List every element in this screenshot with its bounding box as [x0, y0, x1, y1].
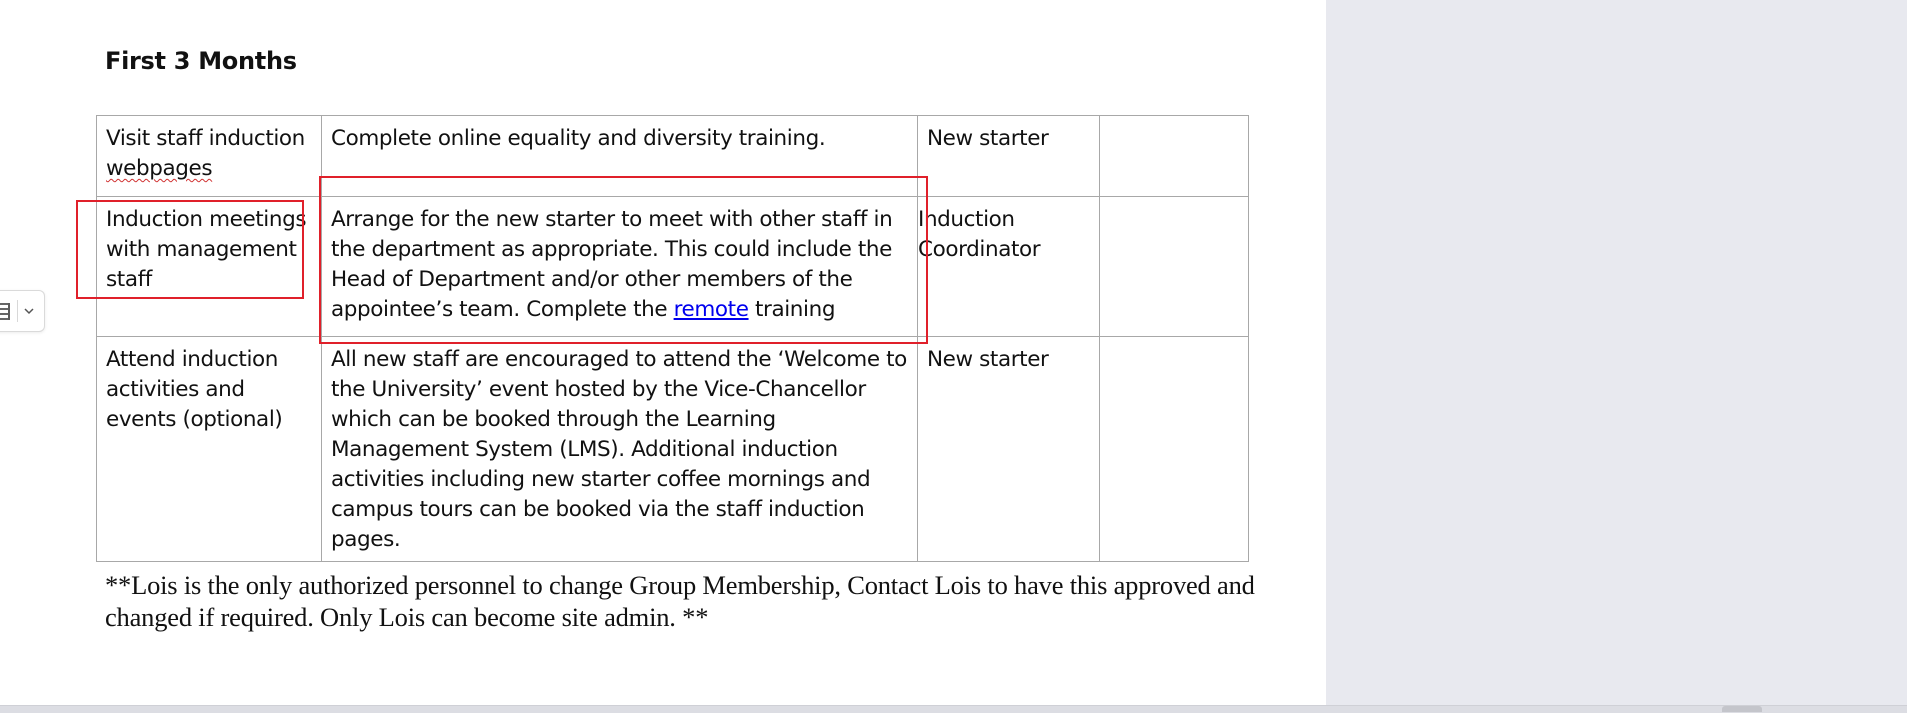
detail-text: Complete online equality and diversity t… [331, 126, 826, 151]
detail-text-tail: training [748, 297, 836, 322]
activity-text: Induction meetings with management staff [106, 207, 307, 292]
activity-cell[interactable]: Visit staff induction webpages [96, 115, 322, 197]
table-row[interactable]: Attend induction activities and events (… [96, 336, 1249, 562]
responsible-cell[interactable]: New starter [917, 336, 1100, 562]
responsible-cell[interactable]: New starter [917, 115, 1100, 197]
scrollbar-thumb[interactable] [1722, 706, 1762, 712]
responsible-text: New starter [927, 347, 1049, 372]
section-heading: First 3 Months [105, 47, 297, 75]
detail-cell[interactable]: Complete online equality and diversity t… [321, 115, 918, 197]
floating-format-toolbar[interactable] [0, 290, 45, 332]
activity-text: Visit staff induction [106, 126, 305, 151]
activity-text: Attend induction activities and events (… [106, 347, 283, 432]
membership-note: **Lois is the only authorized personnel … [105, 570, 1255, 632]
remote-training-link[interactable]: remote [674, 297, 749, 322]
status-cell[interactable] [1099, 115, 1249, 197]
activity-cell[interactable]: Induction meetings with management staff [96, 196, 322, 337]
detail-cell[interactable]: All new staff are encouraged to attend t… [321, 336, 918, 562]
table-row[interactable]: Induction meetings with management staff… [96, 196, 1249, 337]
detail-cell[interactable]: Arrange for the new starter to meet with… [321, 196, 918, 337]
responsible-cell[interactable]: Induction Coordinator [917, 196, 1100, 337]
table-row[interactable]: Visit staff induction webpages Complete … [96, 115, 1249, 197]
toolbar-divider [17, 300, 18, 322]
canvas-background [1326, 0, 1907, 705]
detail-text: All new staff are encouraged to attend t… [331, 347, 907, 552]
responsible-text: Induction Coordinator [918, 207, 1041, 262]
status-cell[interactable] [1099, 336, 1249, 562]
spelling-flagged-word[interactable]: webpages [106, 156, 213, 181]
induction-table[interactable]: Visit staff induction webpages Complete … [96, 115, 1249, 562]
responsible-text: New starter [927, 126, 1049, 151]
activity-cell[interactable]: Attend induction activities and events (… [96, 336, 322, 562]
status-cell[interactable] [1099, 196, 1249, 337]
